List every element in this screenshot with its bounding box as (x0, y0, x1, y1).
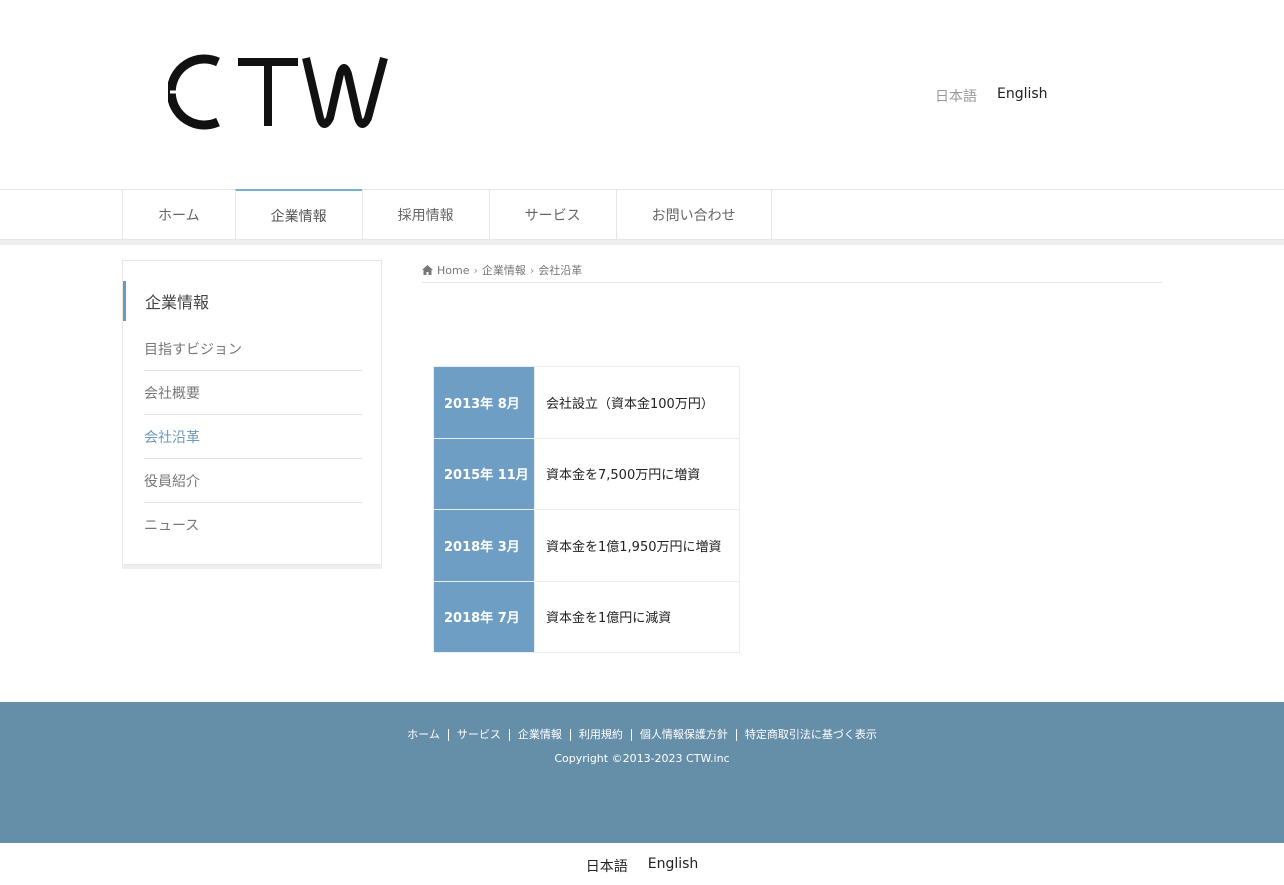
footer-link-company[interactable]: 企業情報 (508, 729, 570, 741)
site-header: 日本語 English (0, 0, 1284, 189)
history-event: 資本金を1億1,950万円に増資 (534, 509, 740, 582)
site-footer: ホーム サービス 企業情報 利用規約 個人情報保護方針 特定商取引法に基づく表示… (0, 702, 1284, 843)
footer-links: ホーム サービス 企業情報 利用規約 個人情報保護方針 特定商取引法に基づく表示 (0, 729, 1284, 741)
history-date: 2018年 7月 (433, 580, 535, 653)
sidebar-title: 企業情報 (123, 281, 381, 321)
table-row: 2013年 8月 会社設立（資本金100万円） (433, 366, 740, 439)
sidebar-item-history[interactable]: 会社沿革 (144, 415, 362, 459)
footer-link-terms[interactable]: 利用規約 (569, 729, 631, 741)
history-date: 2013年 8月 (433, 366, 535, 439)
history-table: 2013年 8月 会社設立（資本金100万円） 2015年 11月 資本金を7,… (433, 366, 740, 653)
nav-item-home[interactable]: ホーム (122, 189, 235, 240)
nav-item-contact[interactable]: お問い合わせ (615, 189, 772, 240)
history-date: 2015年 11月 (433, 437, 535, 510)
sidebar-item-overview[interactable]: 会社概要 (144, 371, 362, 415)
home-icon (422, 265, 433, 275)
sidebar-shadow (122, 565, 382, 569)
footer-link-commerce-law[interactable]: 特定商取引法に基づく表示 (735, 729, 885, 741)
table-row: 2018年 3月 資本金を1億1,950万円に増資 (433, 509, 740, 582)
history-date: 2018年 3月 (433, 509, 535, 582)
nav-item-recruit[interactable]: 採用情報 (361, 189, 489, 240)
ctw-logo[interactable] (166, 54, 398, 130)
chevron-right-icon: › (473, 263, 478, 277)
copyright: Copyright ©2013-2023 CTW.inc (554, 752, 730, 765)
lang-en-link[interactable]: English (648, 856, 699, 876)
lang-ja-link[interactable]: 日本語 (935, 86, 977, 106)
history-event: 資本金を1億円に減資 (534, 580, 740, 653)
nav-shadow (0, 240, 1284, 245)
table-row: 2018年 7月 資本金を1億円に減資 (433, 580, 740, 653)
sidebar-item-news[interactable]: ニュース (144, 503, 362, 547)
breadcrumb-home[interactable]: Home (437, 264, 469, 277)
breadcrumb-current: 会社沿革 (538, 264, 583, 277)
history-event: 資本金を7,500万円に増資 (534, 437, 740, 510)
sidebar-item-vision[interactable]: 目指すビジョン (144, 327, 362, 371)
sidebar-list: 目指すビジョン 会社概要 会社沿革 役員紹介 ニュース (144, 327, 362, 547)
language-switcher-bottom: 日本語 English (0, 856, 1284, 876)
footer-link-home[interactable]: ホーム (399, 729, 448, 741)
footer-link-privacy[interactable]: 個人情報保護方針 (630, 729, 736, 741)
chevron-right-icon: › (529, 263, 535, 277)
lang-ja-link[interactable]: 日本語 (586, 856, 628, 876)
nav-item-company[interactable]: 企業情報 (234, 189, 362, 240)
nav-item-service[interactable]: サービス (488, 189, 616, 240)
sidebar: 企業情報 目指すビジョン 会社概要 会社沿革 役員紹介 ニュース (122, 260, 382, 565)
sidebar-item-officers[interactable]: 役員紹介 (144, 459, 362, 503)
history-event: 会社設立（資本金100万円） (534, 366, 740, 439)
global-nav: ホーム 企業情報 採用情報 サービス お問い合わせ (0, 189, 1284, 240)
table-row: 2015年 11月 資本金を7,500万円に増資 (433, 437, 740, 510)
lang-en-link[interactable]: English (997, 86, 1048, 106)
footer-link-service[interactable]: サービス (447, 729, 509, 741)
breadcrumb-parent[interactable]: 企業情報 (482, 262, 526, 278)
breadcrumb: Home › 企業情報 › 会社沿革 (422, 258, 1162, 283)
language-switcher-top: 日本語 English (935, 86, 1048, 106)
